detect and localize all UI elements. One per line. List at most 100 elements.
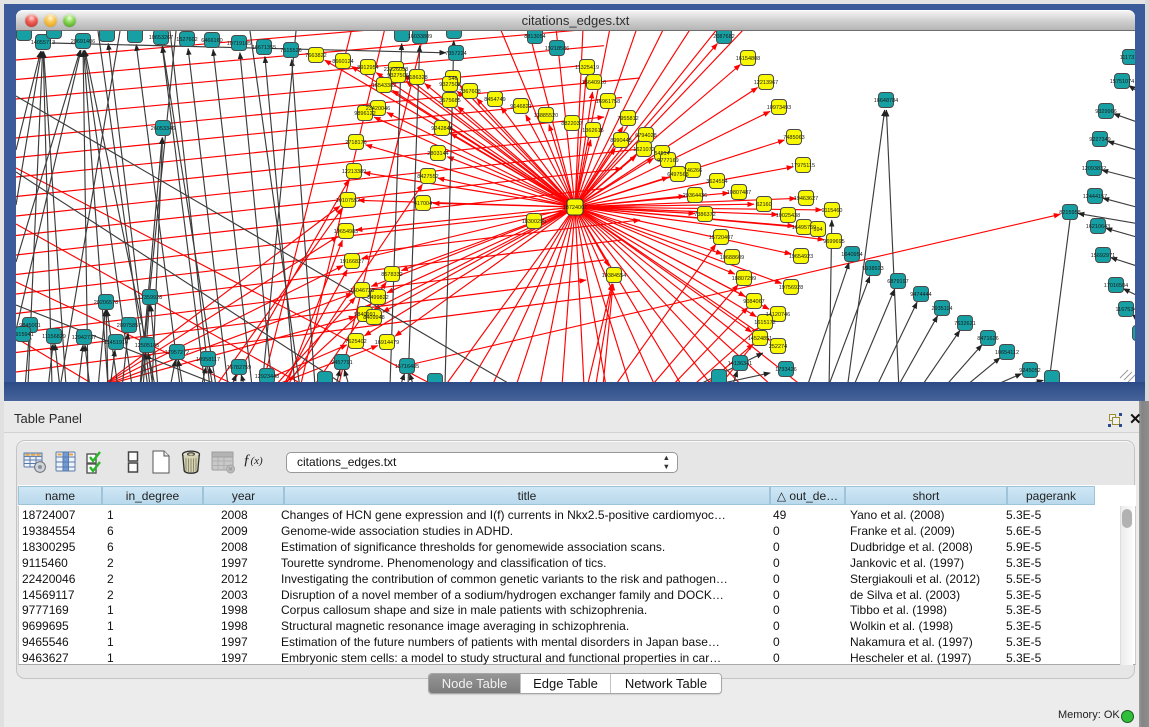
svg-text:10688609: 10688609	[720, 255, 744, 261]
svg-text:14055713: 14055713	[31, 40, 55, 46]
svg-text:10654112: 10654112	[995, 350, 1019, 356]
svg-text:10973493: 10973493	[767, 105, 791, 111]
svg-text:7386372: 7386372	[694, 212, 715, 218]
svg-text:2087682: 2087682	[713, 34, 734, 40]
svg-text:8454749: 8454749	[484, 97, 505, 103]
svg-text:14136341: 14136341	[728, 361, 752, 367]
svg-text:20206578: 20206578	[94, 300, 118, 306]
svg-text:7357224: 7357224	[445, 51, 466, 57]
svg-text:16914479: 16914479	[375, 340, 399, 346]
svg-text:9146821: 9146821	[510, 104, 531, 110]
svg-text:16033809: 16033809	[408, 34, 432, 40]
svg-text:7663822: 7663822	[305, 53, 326, 59]
svg-text:12923448: 12923448	[255, 374, 279, 380]
svg-text:3675685: 3675685	[439, 98, 460, 104]
svg-text:9699695: 9699695	[823, 239, 844, 245]
svg-text:19756928: 19756928	[779, 285, 803, 291]
svg-text:9245052: 9245052	[1019, 368, 1040, 374]
svg-text:18807299: 18807299	[732, 276, 756, 282]
svg-text:8186328: 8186328	[406, 75, 427, 81]
svg-text:12093832: 12093832	[1082, 166, 1106, 172]
svg-text:17359928: 17359928	[138, 295, 162, 301]
svg-text:19218586: 19218586	[545, 46, 569, 52]
svg-text:9327508: 9327508	[439, 82, 460, 88]
svg-text:1167534: 1167534	[1115, 307, 1135, 313]
svg-text:16648784: 16648784	[874, 98, 898, 104]
svg-text:8409948: 8409948	[363, 315, 384, 321]
svg-text:18300295: 18300295	[522, 219, 546, 225]
svg-text:12213389: 12213389	[342, 169, 366, 175]
svg-text:11156829: 11156829	[42, 334, 66, 340]
svg-text:417004: 417004	[414, 201, 432, 207]
svg-text:1621072: 1621072	[633, 147, 654, 153]
svg-text:8660124: 8660124	[332, 59, 353, 65]
svg-text:8471626: 8471626	[977, 336, 998, 342]
svg-text:15720407: 15720407	[709, 235, 733, 241]
svg-text:13885520: 13885520	[534, 113, 558, 119]
svg-text:9084067: 9084067	[743, 299, 764, 305]
svg-text:16210643: 16210643	[1086, 224, 1110, 230]
svg-text:18724007: 18724007	[563, 205, 587, 211]
svg-text:20691406: 20691406	[71, 39, 95, 45]
svg-text:8215958: 8215958	[1059, 210, 1080, 216]
svg-text:12505185: 12505185	[135, 343, 159, 349]
svg-text:9845001: 9845001	[19, 323, 40, 329]
svg-text:20364436: 20364436	[683, 193, 707, 199]
svg-text:7485063: 7485063	[783, 135, 804, 141]
svg-text:10958117: 10958117	[196, 357, 220, 363]
svg-text:7632621: 7632621	[954, 321, 975, 327]
svg-text:7955812: 7955812	[617, 116, 638, 122]
svg-text:9242848: 9242848	[431, 126, 452, 132]
svg-text:16046738: 16046738	[350, 288, 374, 294]
svg-text:5938923: 5938923	[862, 266, 883, 272]
svg-text:2935114: 2935114	[931, 306, 952, 312]
svg-text:26053346: 26053346	[151, 126, 175, 132]
svg-text:20975857: 20975857	[117, 323, 141, 329]
svg-text:6879197: 6879197	[887, 279, 908, 285]
svg-text:16961758: 16961758	[596, 99, 620, 105]
svg-text:19166827: 19166827	[340, 259, 364, 265]
svg-text:6794028: 6794028	[635, 133, 656, 139]
svg-text:15751074: 15751074	[1110, 79, 1134, 85]
svg-text:16543382: 16543382	[372, 83, 396, 89]
svg-text:19654985: 19654985	[334, 229, 358, 235]
svg-text:15640910: 15640910	[582, 80, 606, 86]
svg-text:10807487: 10807487	[727, 190, 751, 196]
svg-text:14524851: 14524851	[748, 336, 772, 342]
svg-text:10107552: 10107552	[336, 198, 360, 204]
svg-text:11451914: 11451914	[104, 340, 128, 346]
svg-text:8427552: 8427552	[417, 174, 438, 180]
svg-text:19463627: 19463627	[794, 196, 818, 202]
svg-text:17957272: 17957272	[165, 350, 189, 356]
svg-text:11325419: 11325419	[575, 65, 599, 71]
svg-text:8578332: 8578332	[381, 272, 402, 278]
svg-text:19384554: 19384554	[602, 273, 626, 279]
svg-text:12942737: 12942737	[72, 335, 96, 341]
svg-text:1117312: 1117312	[1120, 55, 1135, 61]
svg-text:8912954: 8912954	[357, 65, 378, 71]
svg-text:1527602: 1527602	[176, 37, 197, 43]
svg-text:6497568: 6497568	[667, 172, 688, 178]
svg-text:9896122: 9896122	[354, 111, 375, 117]
svg-text:9329966: 9329966	[1095, 109, 1116, 115]
svg-text:10025438: 10025438	[776, 213, 800, 219]
svg-text:10653267: 10653267	[149, 35, 173, 41]
svg-text:62160: 62160	[756, 202, 771, 208]
svg-text:54514: 54514	[654, 151, 669, 157]
svg-text:8990448: 8990448	[610, 138, 631, 144]
svg-text:3915941: 3915941	[16, 332, 34, 338]
svg-text:19654923: 19654923	[789, 254, 813, 260]
svg-text:1362615: 1362615	[582, 128, 603, 134]
svg-text:9474444: 9474444	[910, 292, 931, 298]
svg-text:252274: 252274	[769, 344, 787, 350]
svg-text:9227349: 9227349	[1089, 137, 1110, 143]
svg-text:15716485: 15716485	[395, 364, 419, 370]
svg-text:10719185: 10719185	[227, 41, 251, 47]
svg-text:1733426: 1733426	[775, 367, 796, 373]
svg-text:9457791: 9457791	[331, 360, 352, 366]
svg-text:16671355: 16671355	[252, 45, 276, 51]
svg-text:2718176: 2718176	[345, 140, 366, 146]
svg-text:1640954: 1640954	[841, 252, 862, 258]
svg-text:16782759: 16782759	[227, 365, 251, 371]
svg-text:9115460: 9115460	[821, 208, 842, 214]
